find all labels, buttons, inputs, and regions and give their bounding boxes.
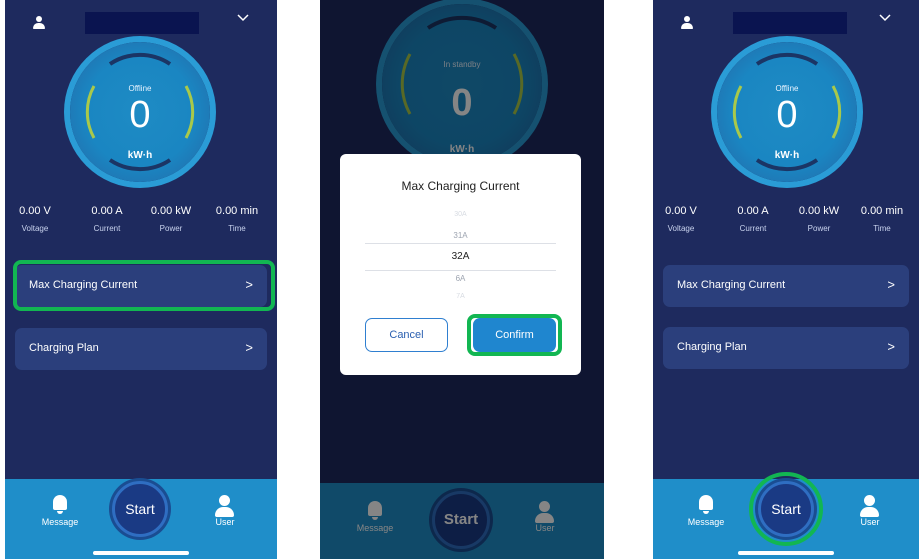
stats-row: 0.00 V Voltage 0.00 A Current 0.00 kW Po… xyxy=(5,205,277,245)
energy-value: 0 xyxy=(129,94,151,136)
picker-divider xyxy=(365,270,556,271)
chevron-right-icon: > xyxy=(887,339,895,354)
home-indicator xyxy=(93,551,189,555)
row-label: Charging Plan xyxy=(677,341,747,353)
picker-option[interactable]: 31A xyxy=(365,231,556,240)
stat-label: Voltage xyxy=(21,224,49,233)
bottom-tab-bar: Message Start User xyxy=(5,479,277,559)
user-icon xyxy=(845,495,895,517)
stat-current: 0.00 A Current xyxy=(77,205,137,233)
highlight-frame xyxy=(749,472,823,546)
row-label: Charging Plan xyxy=(29,342,99,354)
highlight-frame xyxy=(13,260,275,311)
phone-screen-dialog: In standby 0 kW·h Message Start User Max… xyxy=(320,0,604,559)
stat-time: 0.00 min Time xyxy=(207,205,267,233)
stat-value: 0.00 V xyxy=(665,205,697,217)
start-button[interactable]: Start xyxy=(112,481,168,537)
user-icon xyxy=(200,495,250,517)
picker-option[interactable]: 7A xyxy=(365,293,556,300)
top-bar xyxy=(653,10,919,36)
energy-unit: kW·h xyxy=(774,150,800,161)
bell-icon xyxy=(699,495,713,514)
chevron-right-icon: > xyxy=(245,340,253,355)
stats-row: 0.00 V Voltage 0.00 A Current 0.00 kW Po… xyxy=(653,205,919,245)
charger-status: Offline xyxy=(775,84,799,93)
tab-user[interactable]: User xyxy=(200,495,250,527)
stat-value: 0.00 min xyxy=(215,205,259,217)
charging-plan-row[interactable]: Charging Plan > xyxy=(663,327,909,369)
device-name-redacted xyxy=(733,12,847,34)
cancel-button[interactable]: Cancel xyxy=(365,318,448,352)
max-charging-current-row[interactable]: Max Charging Current > xyxy=(663,265,909,307)
energy-gauge: Offline 0 kW·h xyxy=(70,42,210,182)
tab-label: User xyxy=(860,517,880,527)
dialog-title: Max Charging Current xyxy=(401,179,520,193)
stat-time: 0.00 min Time xyxy=(852,205,912,233)
phone-screen-home-1: Offline 0 kW·h 0.00 V Voltage 0.00 A Cur… xyxy=(5,0,277,559)
stat-power: 0.00 kW Power xyxy=(789,205,849,233)
energy-unit: kW·h xyxy=(127,150,153,161)
tab-label: Message xyxy=(41,517,79,527)
stat-label: Time xyxy=(873,224,891,233)
bell-icon xyxy=(53,495,67,514)
stat-label: Voltage xyxy=(667,224,695,233)
home-indicator xyxy=(738,551,834,555)
highlight-frame xyxy=(467,314,562,356)
charger-status: Offline xyxy=(128,84,152,93)
picker-option[interactable]: 30A xyxy=(365,211,556,218)
picker-divider xyxy=(365,243,556,244)
stat-value: 0.00 kW xyxy=(798,205,840,217)
stat-value: 0.00 V xyxy=(19,205,51,217)
max-charging-current-dialog: Max Charging Current 30A 31A 32A 6A 7A C… xyxy=(340,154,581,375)
chevron-right-icon: > xyxy=(887,277,895,292)
top-bar xyxy=(5,10,277,36)
row-label: Max Charging Current xyxy=(677,279,786,291)
chevron-down-icon[interactable] xyxy=(879,12,891,22)
user-icon[interactable] xyxy=(681,16,693,30)
tab-message[interactable]: Message xyxy=(681,495,731,527)
stat-label: Power xyxy=(807,224,831,233)
current-picker[interactable]: 30A 31A 32A 6A 7A xyxy=(365,206,556,306)
tab-user[interactable]: User xyxy=(845,495,895,527)
bottom-tab-bar: Message Start User xyxy=(653,472,919,559)
stat-current: 0.00 A Current xyxy=(723,205,783,233)
energy-value: 0 xyxy=(776,94,798,136)
stat-label: Power xyxy=(159,224,183,233)
picker-selected-option[interactable]: 32A xyxy=(365,251,556,262)
stat-label: Current xyxy=(739,224,767,233)
stat-power: 0.00 kW Power xyxy=(141,205,201,233)
energy-gauge: Offline 0 kW·h xyxy=(717,42,857,182)
phone-screen-home-2: Offline 0 kW·h 0.00 V Voltage 0.00 A Cur… xyxy=(653,0,919,559)
charging-plan-row[interactable]: Charging Plan > xyxy=(15,328,267,370)
device-name-redacted xyxy=(85,12,199,34)
stat-label: Current xyxy=(93,224,121,233)
tab-message[interactable]: Message xyxy=(35,495,85,527)
stat-voltage: 0.00 V Voltage xyxy=(5,205,65,233)
chevron-down-icon[interactable] xyxy=(237,12,249,22)
stat-voltage: 0.00 V Voltage xyxy=(653,205,711,233)
tab-label: User xyxy=(215,517,235,527)
user-icon[interactable] xyxy=(33,16,45,30)
stat-label: Time xyxy=(228,224,246,233)
picker-option[interactable]: 6A xyxy=(365,274,556,283)
tab-label: Message xyxy=(687,517,725,527)
stat-value: 0.00 kW xyxy=(150,205,192,217)
stat-value: 0.00 A xyxy=(737,205,769,217)
stat-value: 0.00 A xyxy=(91,205,123,217)
stat-value: 0.00 min xyxy=(860,205,904,217)
